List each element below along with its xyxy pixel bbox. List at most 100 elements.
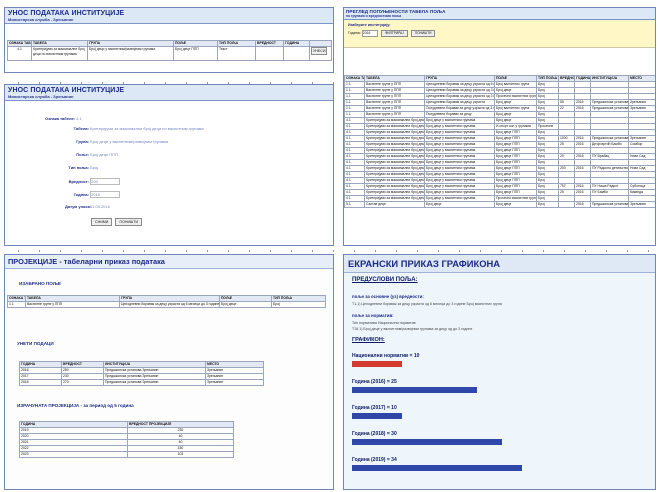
form-label-date: Датум уноса: bbox=[65, 204, 92, 209]
form-value-field: Број деце ППП bbox=[90, 152, 118, 157]
cancel-button[interactable]: ПОНИШТИ bbox=[115, 218, 143, 226]
norm-field-label: поље за норматив: bbox=[352, 313, 394, 318]
overview-subtitle: по групама и вредностима поља bbox=[346, 14, 402, 18]
value-input[interactable]: 200 bbox=[90, 178, 121, 185]
cell: Број деци у васпитним/развојним групама bbox=[87, 46, 174, 61]
overview-cell: Предшколска установа bbox=[590, 201, 629, 208]
overview-cell: Целодневни боравак за децу узраста од 3 … bbox=[424, 93, 495, 100]
table-row[interactable]: 4.1 Критеријуми за максимални број деци Бр… bbox=[344, 141, 655, 148]
form-label-field: Поље: bbox=[76, 152, 89, 157]
year-input-cell[interactable] bbox=[283, 46, 310, 61]
field-cell: Број bbox=[271, 301, 326, 308]
entry-form-panel: УНОС ПОДАТАКА ИНСТИТУЦИЈЕ Министарска сл… bbox=[4, 84, 334, 246]
cell: Критеријуми за максимални број деци по в… bbox=[31, 46, 88, 61]
bar-label: Година (2018) = 30 bbox=[352, 431, 397, 437]
overview-cell: Критеријуми за максимални број деци bbox=[364, 183, 425, 190]
entry-form-title: УНОС ПОДАТАКА ИНСТИТУЦИЈЕ bbox=[8, 87, 125, 94]
form-label-field-type: Тип поља: bbox=[68, 165, 89, 170]
overview-table: ОЗНАКА ТАБЕЛЕТАБЕЛАГРУПАПОЉЕТИП ПОЉАВРЕД… bbox=[344, 75, 655, 208]
bar-chart: Национални норматив = 10 Година (2016) = … bbox=[350, 353, 650, 485]
form-value-field-type: Број bbox=[90, 165, 99, 170]
overview-cell: Целодневни боравак за децу узраста bbox=[424, 99, 495, 106]
graph-panel: ЕКРАНСКИ ПРИКАЗ ГРАФИКОНА ПРЕДУСЛОВИ ПОЉ… bbox=[343, 254, 656, 490]
table-row[interactable]: 1.1 Васпитне групе у ППП Целодневни борава… bbox=[344, 99, 655, 106]
table-code-value: 4.1 bbox=[76, 116, 82, 121]
bar-label: Национални норматив = 10 bbox=[352, 353, 420, 359]
entered-cell: 2018 bbox=[19, 379, 62, 386]
overview-column-header: ТИП ПОЉА bbox=[536, 75, 559, 82]
overview-cell: 2016 bbox=[574, 201, 591, 208]
bar bbox=[352, 387, 477, 393]
overview-filter-bar: Изаберите институцију: Година: 2016 ФИЛТ… bbox=[344, 20, 655, 48]
bar bbox=[352, 361, 402, 367]
overview-cell: Критеријуми за максимални број деци bbox=[364, 135, 425, 142]
overview-cell: И спорт кол у групама bbox=[494, 123, 537, 130]
entry-form-header: УНОС ПОДАТАКА ИНСТИТУЦИЈЕ Министарска сл… bbox=[5, 85, 333, 101]
norm-field-text-2: Т16.1) Број деце у васпитним/развојним г… bbox=[352, 327, 473, 331]
reset-button[interactable]: ПОНИШТИ bbox=[410, 30, 436, 37]
overview-header: ПРЕГЛЕД ПОПУЊЕНОСТИ ТАБЕЛА ПОЉА по група… bbox=[344, 8, 655, 20]
projections-panel: ПРОЈЕКЦИЈЕ - табеларни приказ података И… bbox=[4, 254, 334, 490]
overview-cell: Предшколска установа Зрењанин bbox=[590, 105, 629, 112]
calculated-projection-table: ГОДИНА ВРЕДНОСТ ПРОЈЕКЦИЈЕ 2019 230 2020 40 2… bbox=[19, 421, 234, 458]
overview-cell: Број bbox=[536, 201, 559, 208]
table-row: 2018 270 Предшколска установа Зрењанин Зрењ… bbox=[19, 379, 264, 386]
entered-data-table: ГОДИНА ВРЕДНОСТ ИНСТИТУЦИЈА МЕСТО 2016 250 Пр… bbox=[19, 361, 264, 386]
field-column-header: ОЗНАКА ТАБЕЛЕ bbox=[7, 295, 26, 302]
entry-table-title: УНОС ПОДАТАКА ИНСТИТУЦИЈЕ bbox=[8, 10, 125, 17]
bar-label: Година (2019) = 34 bbox=[352, 457, 397, 463]
table-row: 2023 103 bbox=[19, 451, 234, 458]
year-input[interactable]: 2016 bbox=[90, 191, 121, 198]
value-input-cell[interactable] bbox=[255, 46, 284, 61]
form-label-year: Година: bbox=[73, 192, 89, 197]
overview-cell: Целодневни боравак за децу узраста од 3 … bbox=[424, 87, 495, 94]
cell: 4.1 bbox=[7, 46, 32, 61]
overview-cell: Број деце bbox=[494, 201, 537, 208]
year-select[interactable]: 2016 bbox=[361, 30, 378, 37]
overview-column-header: ВРЕДНОСТ bbox=[558, 75, 575, 82]
overview-cell: Критеријуми за максимални број деци bbox=[364, 195, 425, 202]
entered-cell: Предшколска установа Зрењанин bbox=[103, 379, 206, 386]
table-row[interactable]: 1.1 Васпитне групе у ППП Полудневни борава… bbox=[344, 105, 655, 112]
form-buttons: СНИМИ ПОНИШТИ bbox=[89, 218, 143, 226]
overview-cell: Критеријуми за максимални број деци bbox=[364, 147, 425, 154]
filter-caption: Година: bbox=[348, 31, 361, 35]
overview-cell: Предшколска установа bbox=[590, 135, 629, 142]
table-row[interactable]: 4.1 Критеријуми за максимални број деци Бр… bbox=[344, 153, 655, 160]
table-row[interactable]: 4.1 Критеријуми за максимални број деци Бр… bbox=[344, 135, 655, 142]
overview-cell: Просечно васпитних група bbox=[494, 195, 537, 202]
overview-cell: Критеријуми за максимални број деци bbox=[364, 153, 425, 160]
overview-cell: Просечно васпитних група bbox=[494, 93, 537, 100]
table-row[interactable]: 4.1 Критеријуми за максимални број деци Бр… bbox=[344, 183, 655, 190]
field-cell: Целодневни боравак за децу узраста од 6 … bbox=[119, 301, 220, 308]
overview-cell: Критеријуми за максимални број деци bbox=[364, 177, 425, 184]
table-row[interactable]: 5.1 Састав деце Број деце Број деце Број 2016… bbox=[344, 201, 655, 208]
overview-cell: Критеријуми за максимални број деци bbox=[364, 123, 425, 130]
form-label-group: Група: bbox=[76, 139, 89, 144]
cell: УНЕСИ bbox=[309, 46, 332, 61]
entry-table: ОЗНАКА ТАБЕЛЕ ТАБЕЛА ГРУПА ПОЉЕ ТИП ПОЉА… bbox=[7, 40, 332, 61]
entry-table-header: УНОС ПОДАТАКА ИНСТИТУЦИЈЕ Министарска сл… bbox=[5, 8, 333, 24]
values-field-label: поље за основне (уз) вредности: bbox=[352, 294, 424, 299]
filter-label: Изаберите институцију: bbox=[348, 23, 391, 27]
field-cell: Број деце bbox=[219, 301, 272, 308]
overview-cell: 5.1 bbox=[344, 201, 365, 208]
form-fields: Табела: Критеријуми за максимални број д… bbox=[65, 126, 325, 217]
overview-cell: Критеријуми за максимални број деци bbox=[364, 165, 425, 172]
overview-cell: Критеријуми за максимални број деци bbox=[364, 189, 425, 196]
calc-cell: 2023 bbox=[19, 451, 128, 458]
overview-cell: Критеријуми за максимални број деци bbox=[364, 129, 425, 136]
save-button[interactable]: СНИМИ bbox=[91, 218, 113, 226]
enter-button[interactable]: УНЕСИ bbox=[311, 47, 328, 55]
entry-table-subtitle: Министарска служба - Зрењанин bbox=[8, 17, 74, 22]
form-label-value: Вредност: bbox=[68, 179, 89, 184]
overview-cell: Критеријуми за максимални број деци bbox=[364, 171, 425, 178]
cell: Текст bbox=[217, 46, 256, 61]
overview-cell: ПУ Радосно детињство bbox=[590, 165, 629, 172]
filter-button[interactable]: ФИЛТРИРАЈ bbox=[380, 30, 408, 37]
table-row[interactable]: 4.1 Критеријуми за максимални број деци Бр… bbox=[344, 165, 655, 172]
overview-cell: Критеријуми за максимални број деци по в… bbox=[364, 117, 425, 124]
overview-cell: Полудневни боравак за децу узраста од 3 … bbox=[424, 105, 495, 112]
overview-cell: Састав деце bbox=[364, 201, 425, 208]
table-row: 4.1 Критеријуми за максимални број деци … bbox=[7, 46, 332, 61]
